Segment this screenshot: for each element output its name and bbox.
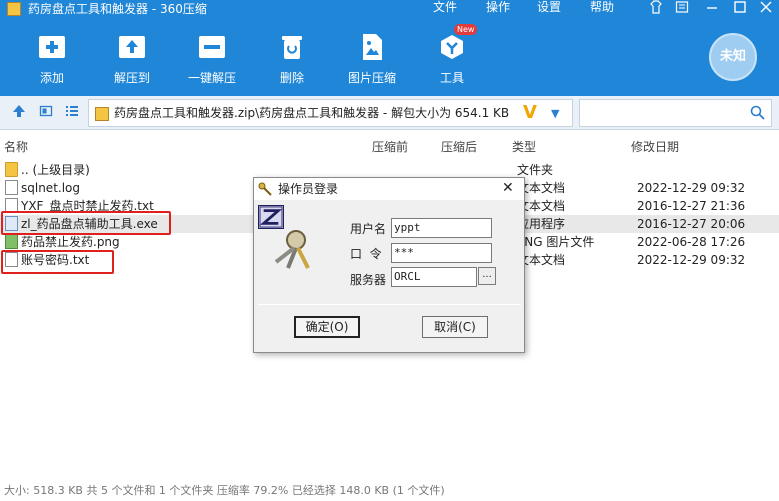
address-bar: 药房盘点工具和触发器.zip\药房盘点工具和触发器 - 解包大小为 654.1 … — [0, 96, 779, 130]
maximize-icon[interactable] — [730, 0, 750, 16]
extract-to-icon — [119, 36, 145, 58]
folder-icon — [5, 162, 18, 177]
extract-to-button[interactable]: 解压到 — [96, 30, 168, 94]
ok-button[interactable]: 确定(O) — [294, 316, 360, 338]
chevron-down-icon[interactable]: ▼ — [551, 106, 559, 122]
text-file-icon — [5, 180, 18, 195]
image-compress-button[interactable]: 图片压缩 — [336, 30, 408, 94]
new-badge: New — [454, 24, 478, 35]
path-field[interactable]: 药房盘点工具和触发器.zip\药房盘点工具和触发器 - 解包大小为 654.1 … — [88, 99, 573, 127]
delete-button[interactable]: 删除 — [256, 30, 328, 94]
col-date[interactable]: 修改日期 — [631, 139, 679, 155]
password-label: 口 令 — [350, 247, 382, 261]
dialog-title: 操作员登录 — [278, 182, 339, 196]
up-arrow-icon[interactable] — [10, 104, 28, 120]
keyring-icon — [274, 230, 310, 269]
image-compress-icon — [363, 34, 382, 60]
extract-to-label: 解压到 — [113, 71, 150, 85]
app-logo-icon — [258, 205, 284, 229]
tools-icon — [441, 35, 463, 59]
col-name[interactable]: 名称 — [4, 139, 28, 155]
toolbar: 添加 解压到 一键解压 删除 图片压缩 New 工具 未知 — [0, 18, 779, 96]
file-date: 2022-12-29 09:32 — [637, 253, 746, 267]
col-before[interactable]: 压缩前 — [372, 139, 408, 155]
title-bar: 药房盘点工具和触发器 - 360压缩 文件 操作 设置 帮助 — [0, 0, 779, 18]
file-date: 2016-12-27 21:36 — [637, 199, 746, 213]
add-archive-icon — [39, 36, 65, 58]
login-dialog: 操作员登录 ✕ 用户名 yppt 口 令 *** 服务器 ORCL ... 确定… — [253, 177, 525, 353]
file-date: 2016-12-27 20:06 — [637, 217, 746, 231]
keys-icon — [258, 182, 272, 196]
search-input[interactable] — [579, 99, 772, 127]
cancel-button[interactable]: 取消(C) — [422, 316, 488, 338]
app-icon — [7, 2, 21, 16]
file-date: 2022-12-29 09:32 — [637, 181, 746, 195]
highlight-box-password — [1, 250, 114, 274]
file-name: sqlnet.log — [21, 181, 81, 195]
one-click-extract-label: 一键解压 — [187, 71, 236, 85]
menu-help[interactable]: 帮助 — [590, 0, 614, 14]
one-click-extract-icon — [199, 36, 225, 58]
add-label: 添加 — [39, 71, 64, 85]
status-bar: 大小: 518.3 KB 共 5 个文件和 1 个文件夹 压缩率 79.2% 已… — [0, 481, 779, 501]
delete-label: 删除 — [279, 71, 304, 85]
thumbnail-view-icon[interactable] — [37, 104, 55, 120]
list-view-icon[interactable] — [63, 104, 81, 120]
username-label: 用户名 — [350, 222, 387, 236]
png-file-icon — [5, 234, 18, 249]
col-type[interactable]: 类型 — [512, 139, 536, 155]
image-compress-label: 图片压缩 — [347, 71, 396, 85]
minimize-icon[interactable] — [702, 0, 722, 16]
col-after[interactable]: 压缩后 — [441, 139, 477, 155]
file-type: PNG 图片文件 — [517, 235, 595, 249]
one-click-extract-button[interactable]: 一键解压 — [176, 30, 248, 94]
verified-v-icon: V — [523, 102, 537, 123]
delete-icon — [282, 36, 302, 59]
dialog-title-bar: 操作员登录 ✕ — [254, 178, 524, 200]
server-label: 服务器 — [350, 273, 387, 287]
dialog-close-icon[interactable]: ✕ — [502, 180, 514, 196]
close-icon[interactable] — [756, 0, 776, 16]
file-name: 药品禁止发药.png — [21, 235, 120, 249]
server-field[interactable]: ORCL — [391, 267, 477, 287]
file-type: 文件夹 — [517, 163, 554, 177]
tools-label: 工具 — [439, 71, 464, 85]
menu-settings[interactable]: 设置 — [537, 0, 561, 14]
dialog-divider — [258, 304, 521, 305]
feedback-icon[interactable] — [672, 0, 692, 16]
zip-file-icon — [95, 107, 109, 121]
path-text: 药房盘点工具和触发器.zip\药房盘点工具和触发器 - 解包大小为 654.1 … — [114, 106, 510, 120]
status-text: 大小: 518.3 KB 共 5 个文件和 1 个文件夹 压缩率 79.2% 已… — [4, 484, 445, 497]
highlight-box-exe — [1, 211, 171, 235]
server-browse-button[interactable]: ... — [478, 267, 496, 285]
file-date: 2022-06-28 17:26 — [637, 235, 746, 249]
menu-file[interactable]: 文件 — [433, 0, 457, 14]
file-name: .. (上级目录) — [21, 163, 90, 177]
add-button[interactable]: 添加 — [16, 30, 88, 94]
username-field[interactable]: yppt — [391, 218, 492, 238]
search-icon[interactable] — [750, 105, 765, 123]
password-field[interactable]: *** — [391, 243, 492, 263]
weizhi-badge[interactable]: 未知 — [709, 33, 757, 81]
menu-operate[interactable]: 操作 — [486, 0, 510, 14]
skin-icon[interactable] — [646, 0, 666, 16]
list-header: 名称 压缩前 压缩后 类型 修改日期 — [0, 137, 779, 157]
tools-button[interactable]: New 工具 — [416, 24, 488, 94]
window-title: 药房盘点工具和触发器 - 360压缩 — [28, 2, 207, 16]
